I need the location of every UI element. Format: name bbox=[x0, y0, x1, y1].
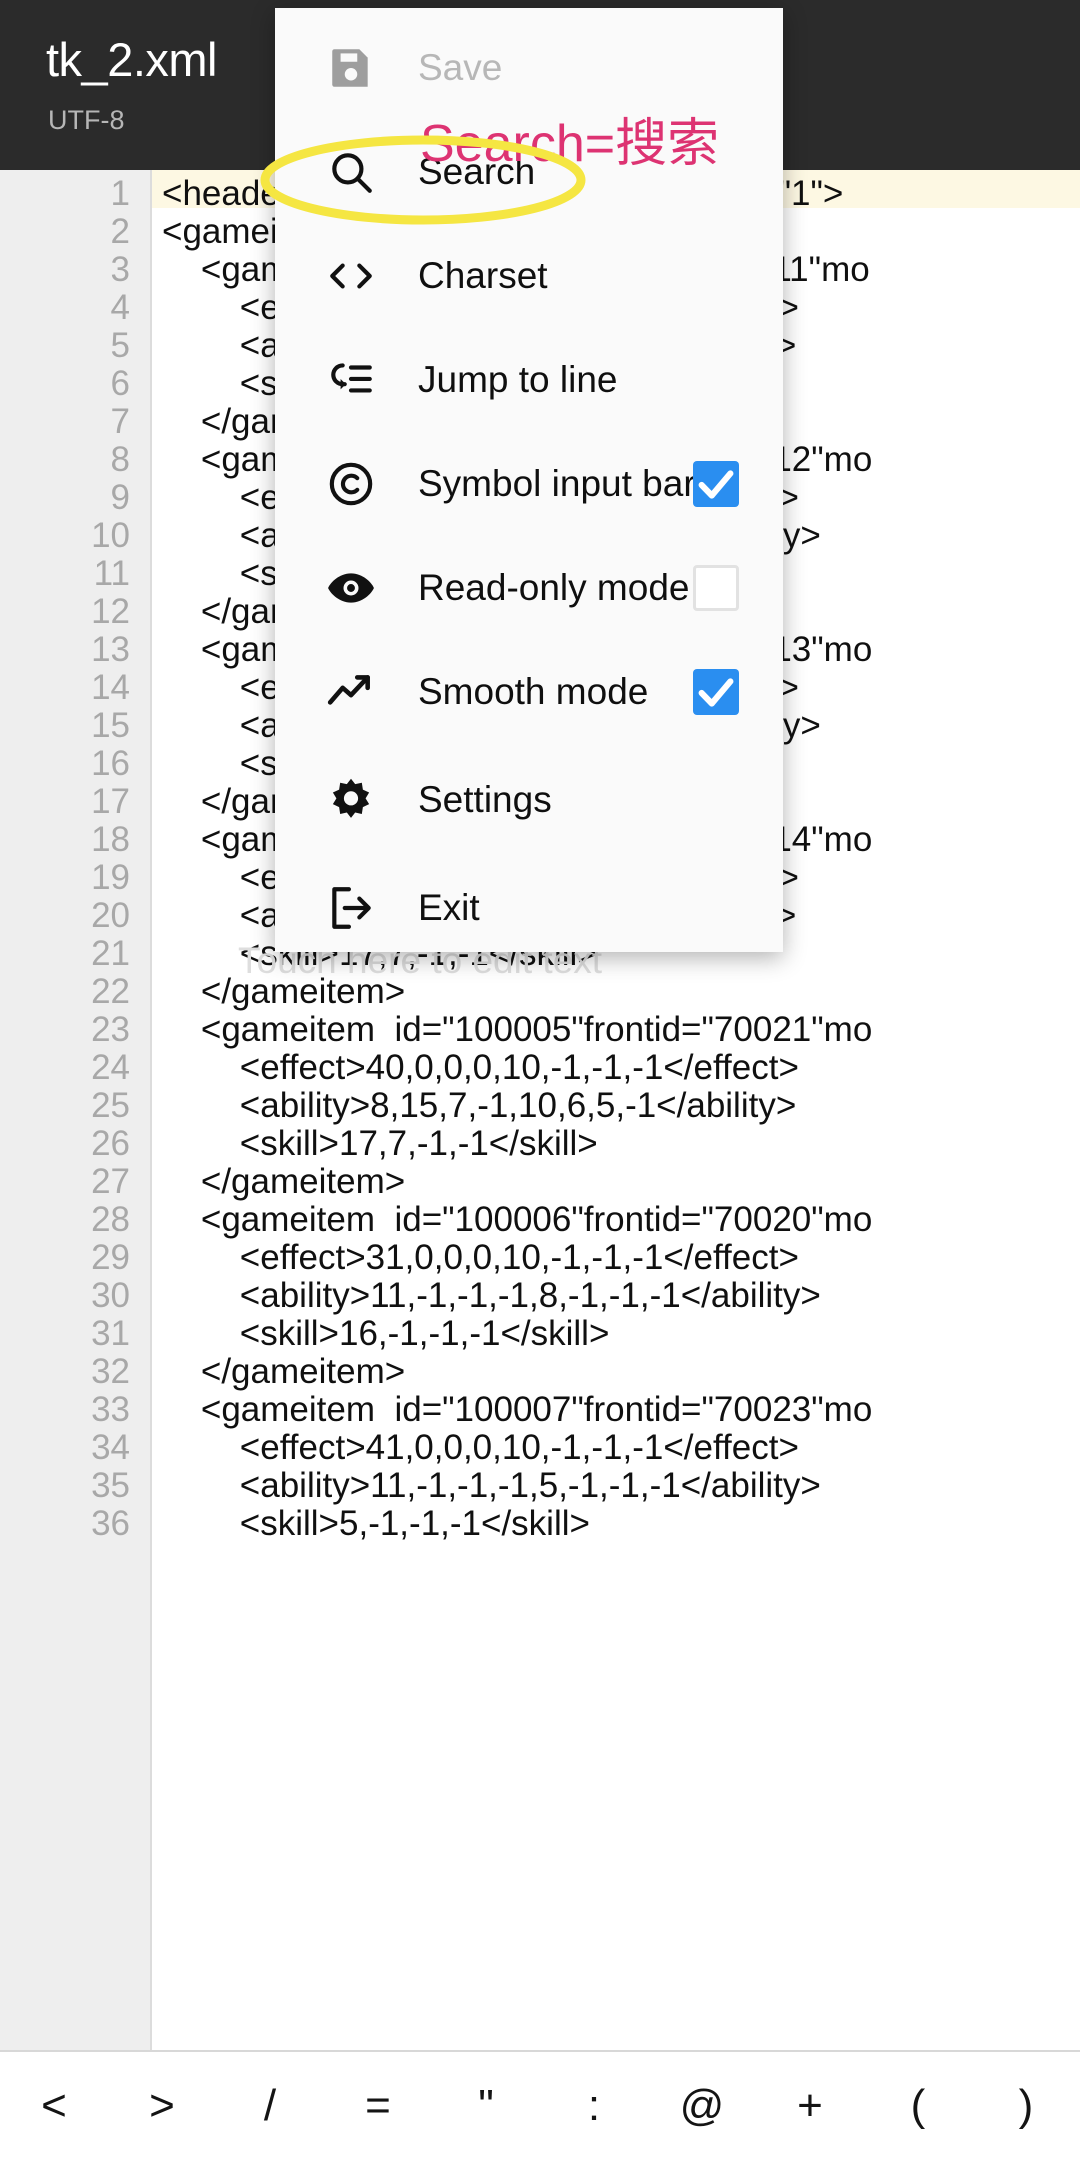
annotation-label: Search=搜索 bbox=[420, 115, 720, 173]
menu-item-label: Charset bbox=[418, 255, 548, 296]
line-number: 27 bbox=[91, 1162, 130, 1201]
menu-item-label: Smooth mode bbox=[418, 671, 649, 712]
menu-item-symbol-input-bar[interactable]: Symbol input bar bbox=[275, 432, 783, 536]
line-number: 25 bbox=[91, 1086, 130, 1125]
exit-icon bbox=[323, 880, 379, 936]
code-line[interactable]: </gameitem> bbox=[162, 1163, 405, 1201]
line-number: 7 bbox=[110, 402, 130, 441]
line-number: 1 bbox=[110, 174, 130, 213]
symbol-key[interactable]: = bbox=[324, 2081, 432, 2131]
line-number: 11 bbox=[93, 554, 130, 593]
line-number: 14 bbox=[91, 668, 130, 707]
line-number: 4 bbox=[110, 288, 130, 327]
symbol-key[interactable]: < bbox=[0, 2081, 108, 2131]
code-line[interactable]: <ability>11,-1,-1,-1,5,-1,-1,-1</ability… bbox=[162, 1467, 821, 1505]
line-number: 10 bbox=[91, 516, 130, 555]
code-line[interactable]: <gameitem id="100007"frontid="70023"mo bbox=[162, 1391, 872, 1429]
symbol-key[interactable]: " bbox=[432, 2081, 540, 2131]
line-number: 20 bbox=[91, 896, 130, 935]
symbol-key[interactable]: ( bbox=[864, 2081, 972, 2131]
line-number: 2 bbox=[110, 212, 130, 251]
line-number: 22 bbox=[91, 972, 130, 1011]
line-number: 9 bbox=[110, 478, 130, 517]
symbol-key[interactable]: > bbox=[108, 2081, 216, 2131]
symbol-input-bar[interactable]: < > / = ": @ +() bbox=[0, 2050, 1080, 2160]
line-number: 34 bbox=[91, 1428, 130, 1467]
line-number: 17 bbox=[91, 782, 130, 821]
line-number: 31 bbox=[91, 1314, 130, 1353]
trending-up-icon bbox=[323, 664, 379, 720]
line-number: 8 bbox=[110, 440, 130, 479]
line-number: 28 bbox=[91, 1200, 130, 1239]
line-number: 3 bbox=[110, 250, 130, 289]
code-brackets-icon bbox=[323, 248, 379, 304]
save-icon bbox=[323, 40, 379, 96]
menu-item-checkbox[interactable] bbox=[693, 565, 739, 611]
menu-item-checkbox[interactable] bbox=[693, 669, 739, 715]
code-line[interactable]: <skill>5,-1,-1,-1</skill> bbox=[162, 1505, 590, 1543]
menu-item-label: Jump to line bbox=[418, 359, 618, 400]
code-line[interactable]: </gameitem> bbox=[162, 973, 405, 1011]
code-line[interactable]: <ability>8,15,7,-1,10,6,5,-1</ability> bbox=[162, 1087, 797, 1125]
menu-item-charset[interactable]: Charset bbox=[275, 224, 783, 328]
symbol-key[interactable]: ) bbox=[972, 2081, 1080, 2131]
code-line[interactable]: <effect>41,0,0,0,10,-1,-1,-1</effect> bbox=[162, 1429, 799, 1467]
line-number: 13 bbox=[91, 630, 130, 669]
symbol-key[interactable]: : bbox=[540, 2081, 648, 2131]
code-line[interactable]: </gameitem> bbox=[162, 1353, 405, 1391]
code-line[interactable]: <skill>17,7,-1,-1</skill> bbox=[162, 1125, 598, 1163]
menu-item-smooth-mode[interactable]: Smooth mode bbox=[275, 640, 783, 744]
line-number: 18 bbox=[91, 820, 130, 859]
menu-item-jump-to-line[interactable]: Jump to line bbox=[275, 328, 783, 432]
line-number: 30 bbox=[91, 1276, 130, 1315]
menu-item-label: Exit bbox=[418, 887, 480, 928]
symbol-key[interactable]: @ bbox=[648, 2081, 756, 2131]
jump-to-line-icon bbox=[323, 352, 379, 408]
menu-item-exit[interactable]: Exit bbox=[275, 856, 783, 960]
encoding-label: UTF-8 bbox=[48, 105, 125, 135]
menu-item-settings[interactable]: Settings bbox=[275, 748, 783, 852]
code-line[interactable]: <gameitem id="100005"frontid="70021"mo bbox=[162, 1011, 872, 1049]
menu-item-label: Settings bbox=[418, 779, 552, 820]
line-number: 12 bbox=[91, 592, 130, 631]
app-root: tk_2.xml UTF-8 1<header TYPE="gameitem" … bbox=[0, 0, 1080, 2160]
line-number: 23 bbox=[91, 1010, 130, 1049]
gear-icon bbox=[323, 772, 379, 828]
line-number: 33 bbox=[91, 1390, 130, 1429]
line-number: 26 bbox=[91, 1124, 130, 1163]
symbol-key[interactable]: + bbox=[756, 2081, 864, 2131]
file-name-label: tk_2.xml bbox=[46, 33, 218, 86]
line-number: 5 bbox=[110, 326, 130, 365]
symbol-key[interactable]: / bbox=[216, 2081, 324, 2131]
search-icon bbox=[323, 144, 379, 200]
line-number: 15 bbox=[91, 706, 130, 745]
copyright-icon bbox=[323, 456, 379, 512]
menu-item-label: Symbol input bar bbox=[418, 463, 696, 504]
code-line[interactable]: <gameitem id="100006"frontid="70020"mo bbox=[162, 1201, 872, 1239]
line-number: 6 bbox=[110, 364, 130, 403]
line-number: 32 bbox=[91, 1352, 130, 1391]
line-number: 29 bbox=[91, 1238, 130, 1277]
code-line[interactable]: <effect>31,0,0,0,10,-1,-1,-1</effect> bbox=[162, 1239, 799, 1277]
line-number: 24 bbox=[91, 1048, 130, 1087]
code-line[interactable]: <skill>16,-1,-1,-1</skill> bbox=[162, 1315, 610, 1353]
line-number: 35 bbox=[91, 1466, 130, 1505]
menu-item-label: Read-only mode bbox=[418, 567, 690, 608]
menu-item-read-only-mode[interactable]: Read-only mode bbox=[275, 536, 783, 640]
line-number: 21 bbox=[91, 934, 130, 973]
code-line[interactable]: <effect>40,0,0,0,10,-1,-1,-1</effect> bbox=[162, 1049, 799, 1087]
menu-item-checkbox[interactable] bbox=[693, 461, 739, 507]
line-number: 16 bbox=[91, 744, 130, 783]
eye-icon bbox=[323, 560, 379, 616]
code-line[interactable]: <ability>11,-1,-1,-1,8,-1,-1,-1</ability… bbox=[162, 1277, 821, 1315]
line-number: 19 bbox=[91, 858, 130, 897]
line-number: 36 bbox=[91, 1504, 130, 1543]
menu-item-label: Save bbox=[418, 47, 503, 88]
